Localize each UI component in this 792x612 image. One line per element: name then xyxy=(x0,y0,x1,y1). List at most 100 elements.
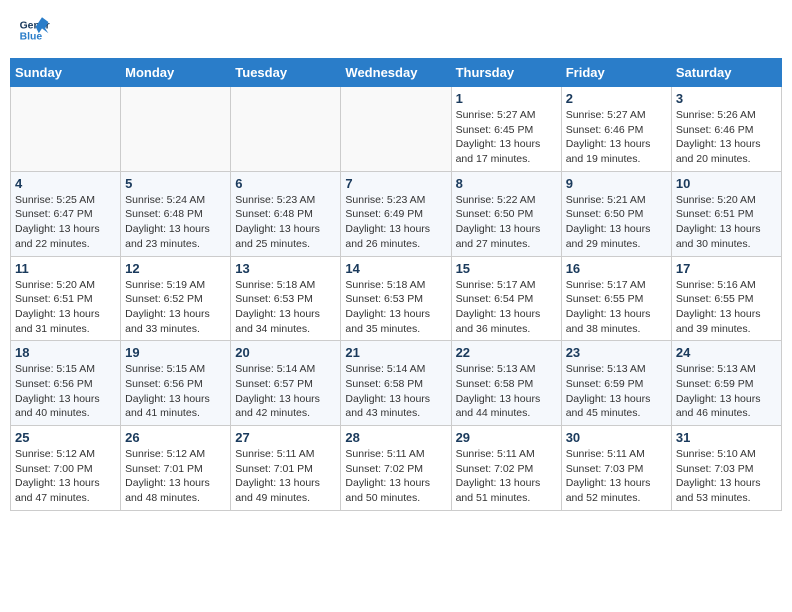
calendar-cell: 27 Sunrise: 5:11 AMSunset: 7:01 PMDayligh… xyxy=(231,426,341,511)
calendar-cell: 22 Sunrise: 5:13 AMSunset: 6:58 PMDayligh… xyxy=(451,341,561,426)
calendar-cell: 19 Sunrise: 5:15 AMSunset: 6:56 PMDayligh… xyxy=(121,341,231,426)
day-header-friday: Friday xyxy=(561,59,671,87)
day-number: 19 xyxy=(125,345,226,360)
calendar-week-2: 11 Sunrise: 5:20 AMSunset: 6:51 PMDayligh… xyxy=(11,256,782,341)
calendar-cell: 2Sunrise: 5:27 AMSunset: 6:46 PMDaylight… xyxy=(561,87,671,172)
calendar-cell xyxy=(231,87,341,172)
day-info: Sunrise: 5:15 AMSunset: 6:56 PMDaylight:… xyxy=(125,362,226,421)
day-number: 1 xyxy=(456,91,557,106)
day-number: 11 xyxy=(15,261,116,276)
calendar-cell: 29 Sunrise: 5:11 AMSunset: 7:02 PMDayligh… xyxy=(451,426,561,511)
day-info: Sunrise: 5:14 AMSunset: 6:58 PMDaylight:… xyxy=(345,362,446,421)
day-number: 24 xyxy=(676,345,777,360)
calendar-table: SundayMondayTuesdayWednesdayThursdayFrid… xyxy=(10,58,782,511)
day-info: Sunrise: 5:19 AMSunset: 6:52 PMDaylight:… xyxy=(125,278,226,337)
calendar-header-row: SundayMondayTuesdayWednesdayThursdayFrid… xyxy=(11,59,782,87)
day-info: Sunrise: 5:11 AMSunset: 7:03 PMDaylight:… xyxy=(566,447,667,506)
day-info: Sunrise: 5:21 AMSunset: 6:50 PMDaylight:… xyxy=(566,193,667,252)
day-number: 29 xyxy=(456,430,557,445)
calendar-cell: 9 Sunrise: 5:21 AMSunset: 6:50 PMDaylight… xyxy=(561,171,671,256)
day-number: 27 xyxy=(235,430,336,445)
day-info: Sunrise: 5:16 AMSunset: 6:55 PMDaylight:… xyxy=(676,278,777,337)
day-info: Sunrise: 5:13 AMSunset: 6:58 PMDaylight:… xyxy=(456,362,557,421)
calendar-week-3: 18 Sunrise: 5:15 AMSunset: 6:56 PMDayligh… xyxy=(11,341,782,426)
calendar-cell: 20Sunrise: 5:14 AMSunset: 6:57 PMDayligh… xyxy=(231,341,341,426)
calendar-cell: 11 Sunrise: 5:20 AMSunset: 6:51 PMDayligh… xyxy=(11,256,121,341)
page-header: General Blue xyxy=(10,10,782,50)
day-number: 3 xyxy=(676,91,777,106)
day-info: Sunrise: 5:11 AMSunset: 7:02 PMDaylight:… xyxy=(456,447,557,506)
day-number: 14 xyxy=(345,261,446,276)
day-number: 23 xyxy=(566,345,667,360)
day-info: Sunrise: 5:20 AMSunset: 6:51 PMDaylight:… xyxy=(15,278,116,337)
day-number: 9 xyxy=(566,176,667,191)
day-number: 28 xyxy=(345,430,446,445)
calendar-cell: 24 Sunrise: 5:13 AMSunset: 6:59 PMDayligh… xyxy=(671,341,781,426)
day-number: 6 xyxy=(235,176,336,191)
day-info: Sunrise: 5:22 AMSunset: 6:50 PMDaylight:… xyxy=(456,193,557,252)
calendar-cell: 1 Sunrise: 5:27 AMSunset: 6:45 PMDaylight… xyxy=(451,87,561,172)
day-number: 21 xyxy=(345,345,446,360)
day-number: 30 xyxy=(566,430,667,445)
calendar-cell xyxy=(11,87,121,172)
calendar-cell: 30 Sunrise: 5:11 AMSunset: 7:03 PMDayligh… xyxy=(561,426,671,511)
day-number: 18 xyxy=(15,345,116,360)
calendar-cell: 25 Sunrise: 5:12 AMSunset: 7:00 PMDayligh… xyxy=(11,426,121,511)
day-info: Sunrise: 5:23 AMSunset: 6:49 PMDaylight:… xyxy=(345,193,446,252)
calendar-cell: 17 Sunrise: 5:16 AMSunset: 6:55 PMDayligh… xyxy=(671,256,781,341)
day-number: 5 xyxy=(125,176,226,191)
day-info: Sunrise: 5:10 AMSunset: 7:03 PMDaylight:… xyxy=(676,447,777,506)
svg-text:Blue: Blue xyxy=(20,32,43,43)
day-number: 10 xyxy=(676,176,777,191)
calendar-cell: 16 Sunrise: 5:17 AMSunset: 6:55 PMDayligh… xyxy=(561,256,671,341)
calendar-cell xyxy=(121,87,231,172)
day-info: Sunrise: 5:13 AMSunset: 6:59 PMDaylight:… xyxy=(676,362,777,421)
day-info: Sunrise: 5:23 AMSunset: 6:48 PMDaylight:… xyxy=(235,193,336,252)
day-header-sunday: Sunday xyxy=(11,59,121,87)
day-info: Sunrise: 5:20 AMSunset: 6:51 PMDaylight:… xyxy=(676,193,777,252)
day-number: 4 xyxy=(15,176,116,191)
day-info: Sunrise: 5:11 AMSunset: 7:02 PMDaylight:… xyxy=(345,447,446,506)
day-header-thursday: Thursday xyxy=(451,59,561,87)
day-info: Sunrise: 5:25 AMSunset: 6:47 PMDaylight:… xyxy=(15,193,116,252)
day-info: Sunrise: 5:27 AMSunset: 6:45 PMDaylight:… xyxy=(456,108,557,167)
calendar-cell: 5Sunrise: 5:24 AMSunset: 6:48 PMDaylight… xyxy=(121,171,231,256)
calendar-cell: 28 Sunrise: 5:11 AMSunset: 7:02 PMDayligh… xyxy=(341,426,451,511)
logo: General Blue xyxy=(18,14,50,46)
calendar-cell: 21 Sunrise: 5:14 AMSunset: 6:58 PMDayligh… xyxy=(341,341,451,426)
calendar-cell: 7 Sunrise: 5:23 AMSunset: 6:49 PMDaylight… xyxy=(341,171,451,256)
day-number: 25 xyxy=(15,430,116,445)
day-number: 7 xyxy=(345,176,446,191)
day-number: 17 xyxy=(676,261,777,276)
day-number: 22 xyxy=(456,345,557,360)
calendar-cell: 26Sunrise: 5:12 AMSunset: 7:01 PMDayligh… xyxy=(121,426,231,511)
calendar-cell: 13 Sunrise: 5:18 AMSunset: 6:53 PMDayligh… xyxy=(231,256,341,341)
calendar-cell: 4 Sunrise: 5:25 AMSunset: 6:47 PMDaylight… xyxy=(11,171,121,256)
day-info: Sunrise: 5:18 AMSunset: 6:53 PMDaylight:… xyxy=(235,278,336,337)
calendar-cell: 31Sunrise: 5:10 AMSunset: 7:03 PMDayligh… xyxy=(671,426,781,511)
day-info: Sunrise: 5:12 AMSunset: 7:00 PMDaylight:… xyxy=(15,447,116,506)
calendar-cell xyxy=(341,87,451,172)
calendar-cell: 8 Sunrise: 5:22 AMSunset: 6:50 PMDaylight… xyxy=(451,171,561,256)
calendar-week-0: 1 Sunrise: 5:27 AMSunset: 6:45 PMDaylight… xyxy=(11,87,782,172)
day-header-saturday: Saturday xyxy=(671,59,781,87)
day-number: 8 xyxy=(456,176,557,191)
day-number: 15 xyxy=(456,261,557,276)
day-number: 20 xyxy=(235,345,336,360)
day-header-wednesday: Wednesday xyxy=(341,59,451,87)
calendar-cell: 3Sunrise: 5:26 AMSunset: 6:46 PMDaylight… xyxy=(671,87,781,172)
day-info: Sunrise: 5:12 AMSunset: 7:01 PMDaylight:… xyxy=(125,447,226,506)
calendar-cell: 23 Sunrise: 5:13 AMSunset: 6:59 PMDayligh… xyxy=(561,341,671,426)
calendar-cell: 6 Sunrise: 5:23 AMSunset: 6:48 PMDaylight… xyxy=(231,171,341,256)
calendar-week-4: 25 Sunrise: 5:12 AMSunset: 7:00 PMDayligh… xyxy=(11,426,782,511)
calendar-cell: 15 Sunrise: 5:17 AMSunset: 6:54 PMDayligh… xyxy=(451,256,561,341)
day-info: Sunrise: 5:11 AMSunset: 7:01 PMDaylight:… xyxy=(235,447,336,506)
calendar-cell: 12 Sunrise: 5:19 AMSunset: 6:52 PMDayligh… xyxy=(121,256,231,341)
day-number: 12 xyxy=(125,261,226,276)
day-info: Sunrise: 5:17 AMSunset: 6:55 PMDaylight:… xyxy=(566,278,667,337)
day-number: 16 xyxy=(566,261,667,276)
day-info: Sunrise: 5:13 AMSunset: 6:59 PMDaylight:… xyxy=(566,362,667,421)
day-number: 13 xyxy=(235,261,336,276)
day-info: Sunrise: 5:17 AMSunset: 6:54 PMDaylight:… xyxy=(456,278,557,337)
day-info: Sunrise: 5:27 AMSunset: 6:46 PMDaylight:… xyxy=(566,108,667,167)
